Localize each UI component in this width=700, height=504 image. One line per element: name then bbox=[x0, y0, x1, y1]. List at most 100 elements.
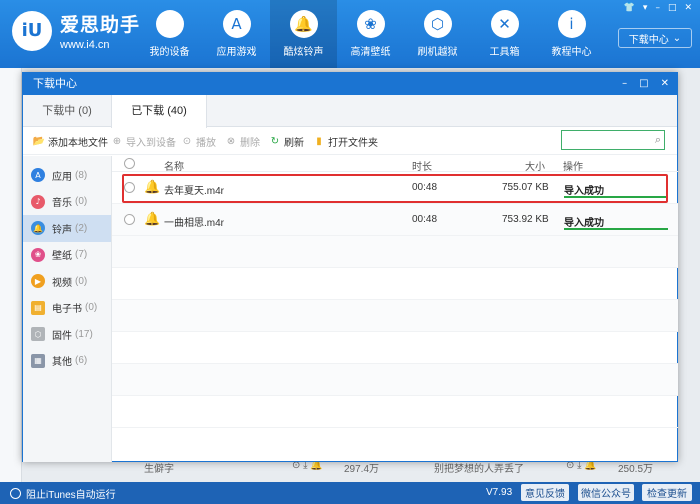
search-input[interactable]: ⌕ bbox=[561, 130, 665, 150]
check-update-button[interactable]: 检查更新 bbox=[642, 484, 692, 501]
minimize-icon[interactable]: – bbox=[655, 3, 660, 13]
app-header: iU 爱思助手 www.i4.cn 我的设备 A 应用游戏 🔔 酷炫铃声 ❀ 高… bbox=[0, 0, 700, 68]
delete-icon: ⊗ bbox=[226, 136, 236, 147]
empty-row bbox=[112, 396, 678, 428]
nav-wallpapers[interactable]: ❀ 高清壁纸 bbox=[337, 0, 404, 68]
category-count: (2) bbox=[75, 222, 88, 234]
flower-icon: ❀ bbox=[31, 247, 45, 262]
itunes-toggle[interactable]: 阻止iTunes自动运行 bbox=[10, 486, 116, 501]
col-action: 操作 bbox=[563, 162, 583, 173]
delete-button[interactable]: ⊗ 删除 bbox=[225, 134, 260, 149]
minimize-icon[interactable]: – bbox=[622, 73, 627, 95]
bell-icon: 🔔 bbox=[31, 221, 45, 236]
box-icon: ⬡ bbox=[423, 10, 452, 38]
import-icon: ⊕ bbox=[112, 136, 122, 147]
tab-downloading[interactable]: 下载中 (0) bbox=[23, 95, 111, 127]
add-local-label: 添加本地文件 bbox=[48, 138, 108, 149]
play-button[interactable]: ⊙ 播放 bbox=[181, 134, 216, 149]
book-icon: ▤ bbox=[31, 300, 45, 315]
category-other[interactable]: ▦ 其他 (6) bbox=[23, 348, 111, 375]
category-count: (7) bbox=[75, 249, 88, 261]
empty-row bbox=[112, 364, 678, 396]
import-status: 导入成功 bbox=[564, 218, 604, 229]
category-music[interactable]: ♪ 音乐 (0) bbox=[23, 189, 111, 216]
col-duration: 时长 bbox=[412, 162, 432, 173]
table-row[interactable]: 🔔 一曲相思.m4r 00:48 753.92 KB 导入成功 bbox=[112, 204, 678, 236]
table-row[interactable]: 🔔 去年夏天.m4r 00:48 755.07 KB 导入成功 bbox=[112, 172, 678, 204]
music-icon: ♪ bbox=[31, 194, 45, 209]
category-count: (0) bbox=[75, 196, 88, 208]
nav-label: 应用游戏 bbox=[216, 47, 257, 58]
status-bar: 阻止iTunes自动运行 V7.93 意见反馈 微信公众号 检查更新 bbox=[0, 482, 700, 504]
nav-label: 酷炫铃声 bbox=[283, 47, 324, 58]
import-to-device-button[interactable]: ⊕ 导入到设备 bbox=[111, 134, 176, 149]
folder-add-icon: 📂 bbox=[32, 136, 46, 147]
row-select-radio[interactable] bbox=[124, 214, 135, 225]
empty-row bbox=[112, 300, 678, 332]
category-label: 固件 bbox=[52, 330, 72, 342]
refresh-button[interactable]: ↻ 刷新 bbox=[269, 134, 304, 149]
bg-row-count-left: 297.4万 bbox=[344, 464, 380, 475]
app-store-icon: A bbox=[31, 168, 45, 183]
add-local-file-button[interactable]: 📂 添加本地文件 bbox=[33, 134, 108, 149]
nav-ringtones[interactable]: 🔔 酷炫铃声 bbox=[270, 0, 337, 68]
nav-my-device[interactable]: 我的设备 bbox=[136, 0, 203, 68]
play-icon: ⊙ bbox=[182, 136, 192, 147]
nav-apps-games[interactable]: A 应用游戏 bbox=[203, 0, 270, 68]
menu-icon[interactable]: ▾ bbox=[643, 3, 648, 13]
close-icon[interactable]: ✕ bbox=[684, 3, 692, 13]
bell-icon: 🔔 bbox=[289, 10, 318, 38]
nav-toolbox[interactable]: ✕ 工具箱 bbox=[471, 0, 538, 68]
main-nav: 我的设备 A 应用游戏 🔔 酷炫铃声 ❀ 高清壁纸 ⬡ 刷机越狱 ✕ 工具箱 i… bbox=[136, 0, 605, 68]
nav-label: 我的设备 bbox=[149, 47, 190, 58]
folder-icon: ▮ bbox=[316, 136, 322, 147]
category-ringtones[interactable]: 🔔 铃声 (2) bbox=[23, 215, 111, 242]
nav-label: 高清壁纸 bbox=[350, 47, 391, 58]
tools-icon: ✕ bbox=[490, 10, 519, 38]
maximize-icon[interactable]: □ bbox=[639, 73, 648, 95]
close-icon[interactable]: ✕ bbox=[661, 73, 669, 95]
maximize-icon[interactable]: □ bbox=[668, 3, 677, 13]
dialog-titlebar: 下载中心 – □ ✕ bbox=[23, 73, 677, 95]
category-label: 壁纸 bbox=[52, 251, 72, 263]
download-center-dialog: 下载中心 – □ ✕ 下载中 (0) 已下载 (40) 📂 添加本地文件 ⊕ 导… bbox=[22, 72, 678, 462]
category-label: 铃声 bbox=[52, 224, 72, 236]
background-sidebar bbox=[0, 68, 22, 484]
bg-row-title: 生僻字 bbox=[144, 464, 174, 475]
open-folder-label: 打开文件夹 bbox=[328, 138, 378, 149]
skin-icon[interactable]: 👕 bbox=[624, 3, 635, 13]
downloads-table: 名称 时长 大小 操作 🔔 去年夏天.m4r 00:48 755.07 KB 导… bbox=[112, 156, 678, 462]
wechat-button[interactable]: 微信公众号 bbox=[578, 484, 634, 501]
download-center-button[interactable]: 下载中心 ⌄ bbox=[618, 28, 692, 48]
col-size: 大小 bbox=[525, 162, 545, 173]
row-highlight-box bbox=[122, 174, 668, 203]
play-label: 播放 bbox=[196, 138, 216, 149]
select-all-radio[interactable] bbox=[124, 158, 135, 169]
refresh-label: 刷新 bbox=[284, 138, 304, 149]
category-count: (8) bbox=[75, 169, 88, 181]
category-count: (6) bbox=[75, 355, 88, 367]
open-folder-button[interactable]: ▮ 打开文件夹 bbox=[313, 134, 378, 149]
table-header: 名称 时长 大小 操作 bbox=[112, 156, 678, 173]
app-store-icon: A bbox=[222, 10, 251, 38]
category-firmware[interactable]: ⬡ 固件 (17) bbox=[23, 321, 111, 348]
category-wallpapers[interactable]: ❀ 壁纸 (7) bbox=[23, 242, 111, 269]
category-count: (17) bbox=[75, 328, 93, 340]
category-label: 音乐 bbox=[52, 198, 72, 210]
category-videos[interactable]: ▶ 视频 (0) bbox=[23, 268, 111, 295]
app-name: 爱思助手 bbox=[60, 15, 141, 36]
bell-icon: 🔔 bbox=[144, 212, 161, 227]
download-center-label: 下载中心 bbox=[628, 34, 669, 46]
search-icon[interactable]: ⌕ bbox=[655, 133, 661, 147]
tab-downloaded[interactable]: 已下载 (40) bbox=[111, 95, 207, 128]
nav-flash-jailbreak[interactable]: ⬡ 刷机越狱 bbox=[404, 0, 471, 68]
nav-tutorials[interactable]: i 教程中心 bbox=[538, 0, 605, 68]
category-label: 视频 bbox=[52, 277, 72, 289]
import-label: 导入到设备 bbox=[126, 138, 176, 149]
delete-label: 删除 bbox=[240, 138, 260, 149]
category-sidebar: A 应用 (8) ♪ 音乐 (0) 🔔 铃声 (2) ❀ 壁纸 (7) ▶ 视频 (0) … bbox=[23, 156, 112, 462]
category-apps[interactable]: A 应用 (8) bbox=[23, 162, 111, 189]
apple-icon bbox=[155, 10, 184, 38]
feedback-button[interactable]: 意见反馈 bbox=[521, 484, 569, 501]
category-ebooks[interactable]: ▤ 电子书 (0) bbox=[23, 295, 111, 322]
